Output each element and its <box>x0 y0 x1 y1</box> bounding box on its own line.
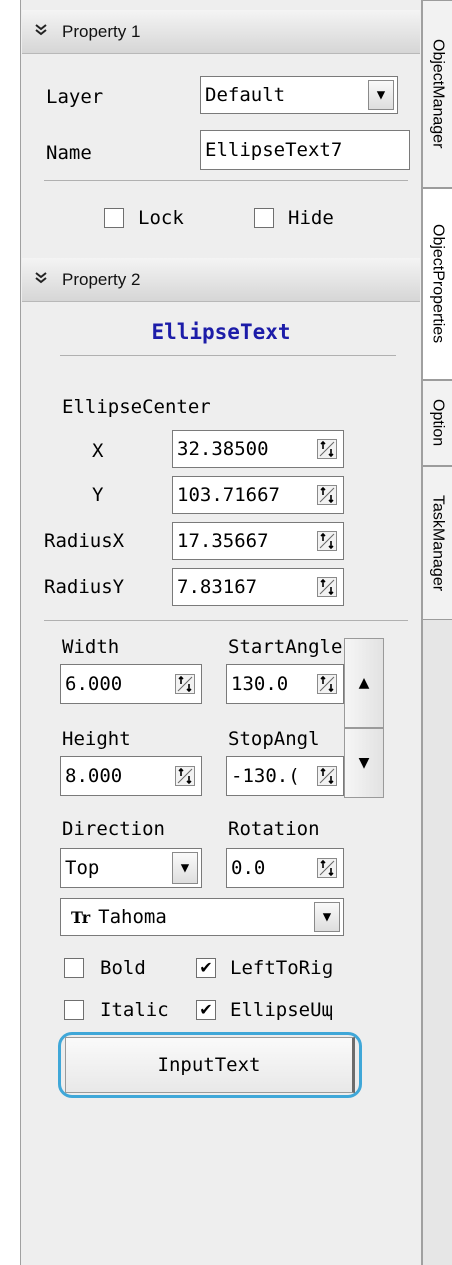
triangle-down-icon[interactable]: ▼ <box>314 902 340 932</box>
side-tab-bar: ObjectManager ObjectProperties Option Ta… <box>422 0 452 1265</box>
truetype-font-icon: Tr <box>71 907 91 927</box>
triangle-up-icon: ▲ <box>358 675 370 691</box>
y-value: 103.71667 <box>177 484 280 506</box>
spin-arrows-icon[interactable] <box>315 434 339 464</box>
radius-x-label: RadiusX <box>44 530 125 552</box>
divider <box>44 180 408 181</box>
ellipse-up-checkbox[interactable]: ✔ <box>196 1000 216 1020</box>
tab-task-manager[interactable]: TaskManager <box>423 466 452 620</box>
stop-angle-spinbox[interactable]: -130.( <box>226 756 344 796</box>
triangle-down-icon[interactable]: ▼ <box>368 80 394 110</box>
property1-header[interactable]: Property 1 <box>22 10 420 54</box>
input-text-button-highlight: InputText <box>58 1032 362 1098</box>
tab-option[interactable]: Option <box>423 380 452 466</box>
font-select[interactable]: Tr Tahoma ▼ <box>60 898 344 936</box>
rotation-spinbox[interactable]: 0.0 <box>226 848 344 888</box>
radius-y-label: RadiusY <box>44 576 125 598</box>
italic-checkbox[interactable] <box>64 1000 84 1020</box>
italic-label: Italic <box>100 999 169 1021</box>
divider <box>60 355 396 356</box>
rotation-label: Rotation <box>228 818 320 840</box>
bold-label: Bold <box>100 957 146 979</box>
triangle-down-icon: ▼ <box>358 755 370 771</box>
stop-angle-label: StopAngl <box>228 728 320 750</box>
hide-checkbox[interactable] <box>254 208 274 228</box>
spin-arrows-icon[interactable] <box>315 480 339 510</box>
spin-arrows-icon[interactable] <box>173 668 197 700</box>
left-to-right-checkbox[interactable]: ✔ <box>196 958 216 978</box>
radius-y-value: 7.83167 <box>177 576 258 598</box>
spin-arrows-icon[interactable] <box>315 668 339 700</box>
checkmark-icon: ✔ <box>199 958 213 977</box>
hide-label: Hide <box>288 207 334 229</box>
checkmark-icon: ✔ <box>199 1000 213 1019</box>
x-spinbox[interactable]: 32.38500 <box>172 430 344 468</box>
spin-arrows-icon[interactable] <box>173 760 197 792</box>
input-text-button-label: InputText <box>157 1054 261 1076</box>
spin-arrows-icon[interactable] <box>315 526 339 556</box>
double-chevron-down-icon <box>34 271 52 288</box>
stop-angle-value: -130.( <box>231 765 300 787</box>
name-field[interactable]: EllipseText7 <box>200 130 410 170</box>
property1-header-label: Property 1 <box>62 21 141 41</box>
ellipse-center-label: EllipseCenter <box>62 396 211 418</box>
width-spinbox[interactable]: 6.000 <box>60 664 202 704</box>
y-label: Y <box>92 484 104 506</box>
scroll-up-button[interactable]: ▲ <box>344 638 384 728</box>
spin-arrows-icon[interactable] <box>315 572 339 602</box>
property2-header[interactable]: Property 2 <box>22 258 420 302</box>
direction-label: Direction <box>62 818 165 840</box>
height-label: Height <box>62 728 131 750</box>
spin-arrows-icon[interactable] <box>315 852 339 884</box>
rotation-value: 0.0 <box>231 857 266 879</box>
double-chevron-down-icon <box>34 23 52 40</box>
left-to-right-label: LeftToRiɡ <box>230 957 333 979</box>
lock-checkbox[interactable] <box>104 208 124 228</box>
scroll-down-button[interactable]: ▼ <box>344 728 384 798</box>
object-type-title: EllipseText <box>151 320 291 344</box>
property2-header-label: Property 2 <box>62 269 141 289</box>
radius-y-spinbox[interactable]: 7.83167 <box>172 568 344 606</box>
radius-x-value: 17.35667 <box>177 530 269 552</box>
layer-select-value: Default <box>205 84 286 106</box>
y-spinbox[interactable]: 103.71667 <box>172 476 344 514</box>
start-angle-value: 130.0 <box>231 673 289 695</box>
font-value: Tahoma <box>98 906 167 928</box>
ellipse-up-label: EllipseUɰ <box>230 999 333 1021</box>
height-spinbox[interactable]: 8.000 <box>60 756 202 796</box>
name-label: Name <box>46 142 92 164</box>
lock-label: Lock <box>138 207 184 229</box>
direction-select[interactable]: Top ▼ <box>60 848 202 888</box>
triangle-down-icon[interactable]: ▼ <box>172 852 198 884</box>
direction-value: Top <box>65 857 100 879</box>
input-text-button[interactable]: InputText <box>65 1037 355 1093</box>
x-value: 32.38500 <box>177 438 269 460</box>
width-value: 6.000 <box>65 673 123 695</box>
layer-select[interactable]: Default ▼ <box>200 76 398 114</box>
spin-arrows-icon[interactable] <box>315 760 339 792</box>
tab-object-manager[interactable]: ObjectManager <box>423 0 452 188</box>
name-field-value: EllipseText7 <box>205 139 343 161</box>
start-angle-spinbox[interactable]: 130.0 <box>226 664 344 704</box>
layer-label: Layer <box>46 86 104 108</box>
radius-x-spinbox[interactable]: 17.35667 <box>172 522 344 560</box>
start-angle-label: StartAngle <box>228 636 343 658</box>
x-label: X <box>92 440 104 462</box>
bold-checkbox[interactable] <box>64 958 84 978</box>
height-value: 8.000 <box>65 765 123 787</box>
tab-object-properties[interactable]: ObjectProperties <box>423 188 452 380</box>
width-label: Width <box>62 636 120 658</box>
divider <box>44 620 408 621</box>
